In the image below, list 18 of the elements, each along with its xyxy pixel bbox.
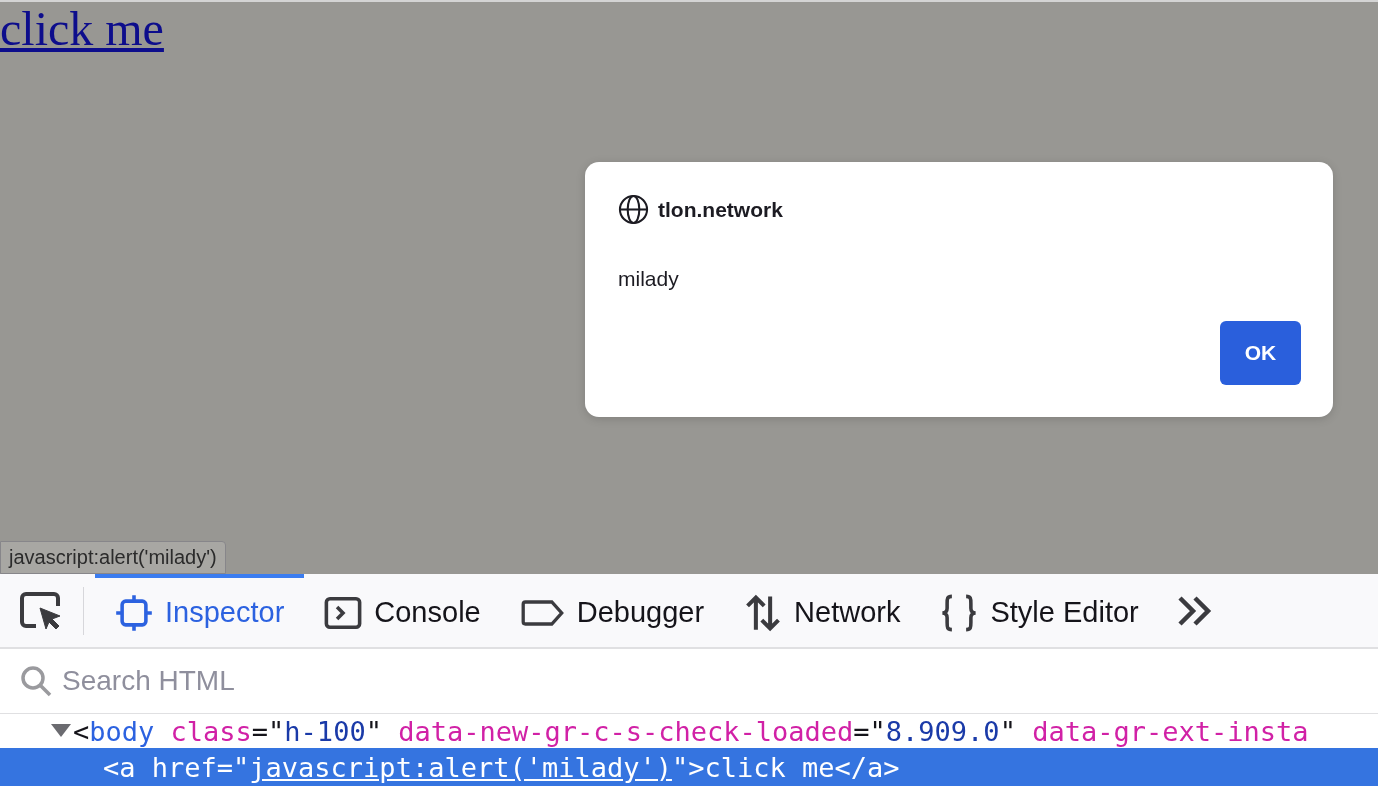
status-url-tooltip: javascript:alert('milady') <box>0 541 226 575</box>
markup-line[interactable]: <body class="h-100" data-new-gr-c-s-check-loaded="8.909.0" data-gr-ext-insta <box>0 714 1378 748</box>
dialog-origin: tlon.network <box>658 197 783 222</box>
devtools-tab[interactable]: Debugger <box>500 574 725 648</box>
inspector-icon <box>115 593 153 632</box>
click-me-link[interactable]: click me <box>0 2 164 56</box>
braces-icon <box>940 593 979 632</box>
devtools-tab[interactable]: Console <box>304 574 501 648</box>
search-icon <box>20 665 52 698</box>
globe-icon <box>618 194 649 225</box>
arrows-up-down-icon <box>744 593 783 632</box>
search-html-field[interactable]: Search HTML <box>60 664 664 699</box>
double-chevron-icon[interactable] <box>1176 594 1213 627</box>
expand-triangle-icon[interactable] <box>51 724 71 738</box>
dialog-message: milady <box>618 267 680 291</box>
ok-button[interactable]: OK <box>1220 321 1301 385</box>
devtools-tab[interactable]: Network <box>724 574 921 648</box>
devtools-tab[interactable]: Style Editor <box>920 574 1159 648</box>
